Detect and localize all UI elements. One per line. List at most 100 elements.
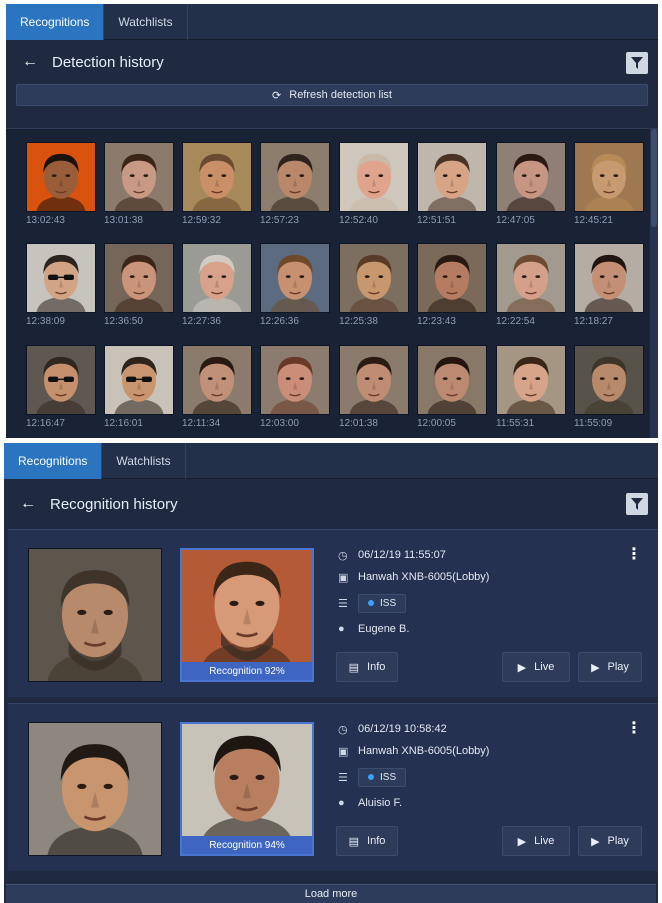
detection-time: 12:51:51 xyxy=(417,215,456,226)
info-label: Info xyxy=(367,661,386,673)
detection-time: 12:52:40 xyxy=(339,215,378,226)
clock-icon: ◷ xyxy=(338,723,348,736)
record-camera: Hanwah XNB-6005(Lobby) xyxy=(358,745,490,757)
detection-thumbnail[interactable]: 11:55:09 xyxy=(574,345,644,429)
detection-time: 12:00:05 xyxy=(417,418,456,429)
detection-time: 12:59:32 xyxy=(182,215,221,226)
refresh-detection-list-button[interactable]: ⟳ Refresh detection list xyxy=(16,84,648,106)
recognition-score: Recognition 92% xyxy=(182,662,312,680)
face-image xyxy=(339,345,409,415)
detection-thumbnail[interactable]: 12:11:34 xyxy=(182,345,252,429)
detection-thumbnail[interactable]: 12:51:51 xyxy=(417,142,487,226)
page-header: ← Recognition history xyxy=(4,479,658,529)
tab-recognitions[interactable]: Recognitions xyxy=(6,4,105,40)
video-camera-icon: ▶ xyxy=(517,835,527,848)
face-image xyxy=(104,345,174,415)
face-image xyxy=(104,142,174,212)
recognition-history-panel: Recognitions Watchlists ← Recognition hi… xyxy=(4,443,658,903)
detection-time: 12:03:00 xyxy=(260,418,299,429)
recognition-record: Recognition 92% ◷ 06/12/19 11:55:07 ▣ Hanw… xyxy=(8,529,658,697)
detection-thumbnail[interactable]: 12:45:21 xyxy=(574,142,644,226)
camera-icon: ▣ xyxy=(338,745,349,758)
face-image xyxy=(104,243,174,313)
face-image xyxy=(339,142,409,212)
detection-thumbnail[interactable]: 12:47:05 xyxy=(496,142,566,226)
live-capture-image[interactable] xyxy=(28,548,162,682)
detection-time: 12:26:36 xyxy=(260,316,299,327)
record-person-name: Eugene B. xyxy=(358,623,410,635)
document-icon: ▤ xyxy=(348,661,360,674)
face-image xyxy=(496,345,566,415)
play-label: Play xyxy=(607,835,629,847)
watchlist-match-image[interactable]: Recognition 92% xyxy=(180,548,314,682)
detection-time: 11:55:09 xyxy=(574,418,613,429)
watchlist-color-dot xyxy=(368,600,374,606)
face-image xyxy=(26,345,96,415)
detection-thumbnail[interactable]: 12:27:36 xyxy=(182,243,252,327)
scrollbar-thumb[interactable] xyxy=(651,129,657,227)
face-image xyxy=(26,243,96,313)
more-options-icon[interactable]: ⋮ xyxy=(626,544,642,564)
info-button[interactable]: ▤ Info xyxy=(336,652,398,682)
scrollbar[interactable] xyxy=(650,129,658,438)
info-label: Info xyxy=(367,835,386,847)
watchlist-icon: ☰ xyxy=(338,597,348,610)
face-image xyxy=(496,243,566,313)
record-datetime: 06/12/19 10:58:42 xyxy=(358,723,447,735)
watchlist-badge[interactable]: ISS xyxy=(358,767,407,787)
play-button[interactable]: ▶ Play xyxy=(578,652,642,682)
page-title: Recognition history xyxy=(50,495,178,513)
detection-thumbnail[interactable]: 12:59:32 xyxy=(182,142,252,226)
detection-time: 12:18:27 xyxy=(574,316,613,327)
play-button[interactable]: ▶ Play xyxy=(578,826,642,856)
back-arrow-icon[interactable]: ← xyxy=(22,53,40,71)
detection-thumbnail[interactable]: 12:25:38 xyxy=(339,243,409,327)
detection-thumbnail[interactable]: 12:00:05 xyxy=(417,345,487,429)
detection-thumbnail[interactable]: 11:55:31 xyxy=(496,345,566,429)
live-button[interactable]: ▶ Live xyxy=(502,652,570,682)
detection-thumbnail[interactable]: 12:26:36 xyxy=(260,243,330,327)
detection-thumbnail[interactable]: 12:36:50 xyxy=(104,243,174,327)
info-button[interactable]: ▤ Info xyxy=(336,826,398,856)
watchlist-badge[interactable]: ISS xyxy=(358,593,407,613)
detection-thumbnail[interactable]: 13:02:43 xyxy=(26,142,96,226)
detection-thumbnail[interactable]: 12:01:38 xyxy=(339,345,409,429)
page-header: ← Detection history xyxy=(6,40,658,84)
face-image xyxy=(574,243,644,313)
tab-watchlists[interactable]: Watchlists xyxy=(104,4,188,40)
face-image xyxy=(260,345,330,415)
watchlist-match-image[interactable]: Recognition 94% xyxy=(180,722,314,856)
filter-icon[interactable] xyxy=(626,493,648,515)
filter-icon[interactable] xyxy=(626,52,648,74)
detection-thumbnail[interactable]: 12:38:09 xyxy=(26,243,96,327)
detection-thumbnail[interactable]: 12:22:54 xyxy=(496,243,566,327)
live-button[interactable]: ▶ Live xyxy=(502,826,570,856)
play-icon: ▶ xyxy=(591,661,600,674)
detection-thumbnail[interactable]: 12:03:00 xyxy=(260,345,330,429)
detection-thumbnail[interactable]: 12:18:27 xyxy=(574,243,644,327)
tab-watchlists[interactable]: Watchlists xyxy=(102,443,186,479)
detection-time: 12:25:38 xyxy=(339,316,378,327)
record-camera: Hanwah XNB-6005(Lobby) xyxy=(358,571,490,583)
detection-thumbnail[interactable]: 12:16:47 xyxy=(26,345,96,429)
live-capture-image[interactable] xyxy=(28,722,162,856)
face-image xyxy=(182,345,252,415)
back-arrow-icon[interactable]: ← xyxy=(20,495,38,513)
refresh-label: Refresh detection list xyxy=(289,89,392,101)
more-options-icon[interactable]: ⋮ xyxy=(626,718,642,738)
face-image xyxy=(182,142,252,212)
load-more-button[interactable]: Load more xyxy=(6,884,656,903)
detection-time: 12:22:54 xyxy=(496,316,535,327)
tab-recognitions[interactable]: Recognitions xyxy=(4,443,103,479)
detection-thumbnail[interactable]: 13:01:38 xyxy=(104,142,174,226)
watchlist-name: ISS xyxy=(380,771,397,783)
detection-time: 12:01:38 xyxy=(339,418,378,429)
face-image xyxy=(339,243,409,313)
detection-time: 11:55:31 xyxy=(496,418,535,429)
detection-thumbnail[interactable]: 12:52:40 xyxy=(339,142,409,226)
detection-thumbnail[interactable]: 12:23:43 xyxy=(417,243,487,327)
detection-thumbnail[interactable]: 12:57:23 xyxy=(260,142,330,226)
detection-thumbnail[interactable]: 12:16:01 xyxy=(104,345,174,429)
play-label: Play xyxy=(607,661,629,673)
record-details: ◷ 06/12/19 10:58:42 ▣ Hanwah XNB-6005(Lobb… xyxy=(338,718,489,814)
